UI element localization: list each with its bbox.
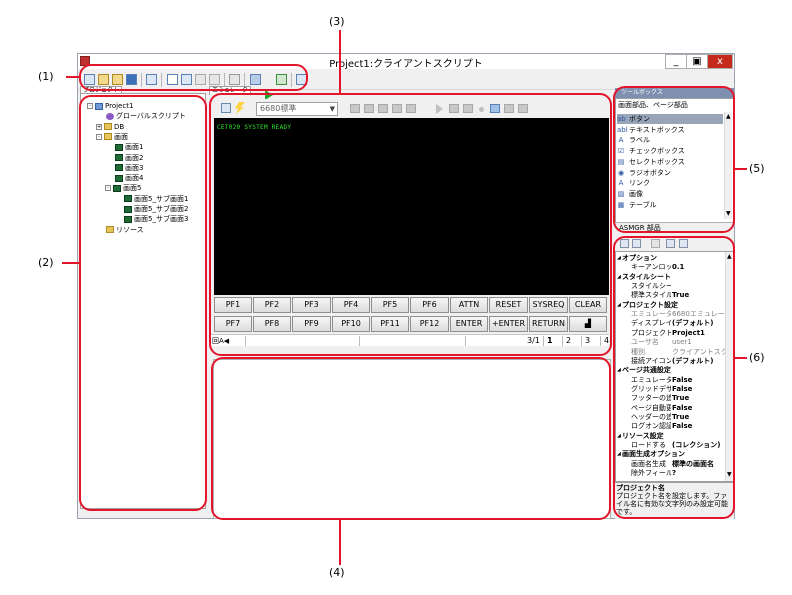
callout-box-3 xyxy=(209,93,612,356)
callout-box-6 xyxy=(613,236,735,519)
close-button[interactable]: x xyxy=(707,54,733,69)
callout-leader-4 xyxy=(339,519,341,565)
callout-box-1 xyxy=(79,64,308,91)
minimize-button[interactable]: _ xyxy=(665,54,687,69)
callout-leader-6 xyxy=(735,357,747,359)
callout-leader-1 xyxy=(66,76,80,78)
callout-label-5: (5) xyxy=(749,162,765,175)
callout-box-2 xyxy=(79,95,207,511)
callout-leader-5 xyxy=(735,168,747,170)
callout-box-4 xyxy=(211,357,611,520)
restore-button[interactable]: ▣ xyxy=(686,54,708,69)
callout-label-3: (3) xyxy=(329,15,345,28)
callout-label-6: (6) xyxy=(749,351,765,364)
callout-leader-3 xyxy=(339,30,341,94)
callout-leader-2 xyxy=(62,262,80,264)
callout-box-5 xyxy=(613,86,735,233)
callout-label-2: (2) xyxy=(38,256,54,269)
callout-label-1: (1) xyxy=(38,70,54,83)
callout-label-4: (4) xyxy=(329,566,345,579)
